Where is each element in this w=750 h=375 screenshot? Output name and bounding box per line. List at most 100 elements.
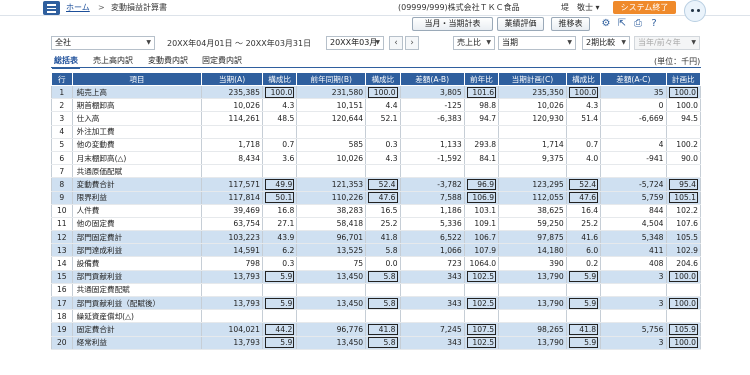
trend-table-button[interactable]: 推移表 [551, 17, 590, 31]
table-row[interactable]: 4 外注加工費 [51, 125, 701, 139]
table-cell [600, 283, 667, 298]
row-item-name: 部門貢献利益（配賦後） [71, 296, 203, 311]
current-term-report-button[interactable]: 当月・当期計表 [412, 17, 493, 31]
table-cell: 102.5 [463, 296, 500, 311]
ratio-value: 5.9 [264, 337, 295, 349]
comparison-select[interactable]: 2期比較 ▼ [582, 36, 630, 50]
ratio-value: 100.0 [264, 86, 295, 98]
chevron-down-icon: ▼ [621, 39, 626, 46]
row-item-name: 共通原価配賦 [71, 164, 203, 179]
table-cell: 5.9 [261, 296, 298, 311]
table-row[interactable]: 2 期首棚卸高 10,026 4.3 10,151 4.4 -125 98.8 10,026 4.… [51, 98, 701, 113]
table-cell: 13,450 [296, 335, 367, 350]
table-cell: 5,348 [600, 230, 667, 245]
month-select[interactable]: 20XX年03月 ▼ [326, 36, 384, 50]
table-cell: 10,151 [296, 98, 367, 113]
table-cell: 27.1 [261, 217, 298, 232]
table-cell: 84.1 [463, 151, 500, 166]
ratio-value: 5.8 [368, 337, 398, 349]
table-row[interactable]: 13 部門達成利益 14,591 6.2 13,525 5.8 1,066 107.9 14,1… [51, 243, 701, 258]
table-row[interactable]: 16 共通固定費配賦 [51, 283, 701, 298]
table-cell: 117,814 [201, 190, 263, 205]
table-cell: 235,385 [201, 85, 263, 100]
table-cell: 102.9 [665, 243, 701, 258]
tab-sales-breakdown[interactable]: 売上高内訳 [93, 55, 133, 66]
table-cell [399, 309, 465, 324]
table-cell [201, 164, 263, 179]
ratio-basis-select[interactable]: 売上比 ▼ [453, 36, 495, 50]
export-icon[interactable]: ⇱ [616, 18, 628, 30]
table-row[interactable]: 11 他の固定費 63,754 27.1 58,418 25.2 5,336 109.1 59,… [51, 217, 701, 232]
table-row[interactable]: 17 部門貢献利益（配賦後） 13,793 5.9 13,450 5.8 343 102.5 1… [51, 296, 701, 311]
ratio-value: 100.0 [668, 86, 698, 98]
table-cell: 13,450 [296, 270, 367, 284]
ratio-value: 105.1 [668, 192, 698, 204]
table-cell: 98.8 [463, 98, 500, 113]
table-row[interactable]: 19 固定費合計 104,021 44.2 96,776 41.8 7,245 107.5 98… [51, 322, 701, 337]
chevron-down-icon: ▼ [567, 39, 572, 46]
ratio-value: 100.0 [668, 297, 698, 309]
ratio-value: 5.9 [264, 271, 295, 283]
table-row[interactable]: 20 経常利益 13,793 5.9 13,450 5.8 343 102.5 13,790 5.… [51, 335, 701, 350]
scope-select[interactable]: 全社 ▼ [51, 36, 155, 50]
row-item-name: 月末棚卸高(△) [71, 151, 203, 166]
table-cell [565, 125, 602, 139]
ratio-value: 96.9 [466, 178, 497, 190]
year-compare-select[interactable]: 当年/前々年 ▼ [634, 36, 700, 50]
previous-month-button[interactable]: ‹ [389, 36, 403, 50]
table-row[interactable]: 3 仕入高 114,261 48.5 120,644 52.1 -6,383 94.7 120,… [51, 111, 701, 126]
ratio-value: 106.9 [466, 192, 497, 204]
print-icon[interactable]: ⎙ [632, 18, 644, 30]
table-row[interactable]: 15 部門貢献利益 13,793 5.9 13,450 5.8 343 102.5 13,790… [51, 270, 701, 284]
table-row[interactable]: 14 設備費 798 0.3 75 0.0 723 1064.0 390 0.2 408 204.6 [51, 256, 701, 271]
gear-icon[interactable]: ⚙ [600, 18, 612, 30]
table-row[interactable]: 10 人件費 39,469 16.8 38,283 16.5 1,186 103.1 38,62… [51, 204, 701, 218]
tab-variable-cost-breakdown[interactable]: 変動費内訳 [148, 55, 188, 66]
user-name-dropdown[interactable]: 堤 敬士 ▾ [561, 2, 600, 13]
page-title: 変動損益計算書 [111, 3, 167, 12]
column-header: 差額(A-C) [600, 72, 667, 86]
breadcrumb-home-link[interactable]: ホーム [66, 2, 90, 13]
table-cell [365, 125, 401, 139]
table-cell: 6.2 [261, 243, 298, 258]
table-cell: -6,383 [399, 111, 465, 126]
column-header: 当期計画(C) [498, 72, 567, 86]
top-bar: ホーム > 変動損益計算書 (09999/999)株式会社ＴＫＣ食品 堤 敬士 … [0, 0, 750, 22]
table-row[interactable]: 7 共通原価配賦 [51, 164, 701, 179]
table-cell [565, 164, 602, 179]
hamburger-menu-icon[interactable] [43, 1, 60, 15]
help-icon[interactable]: ? [648, 18, 660, 30]
table-row[interactable]: 5 他の変動費 1,718 0.7 585 0.3 1,133 293.8 1,714 0.7 4 1… [51, 138, 701, 152]
row-number: 9 [51, 190, 73, 205]
table-cell: 96,701 [296, 230, 367, 245]
tab-fixed-cost-breakdown[interactable]: 固定費内訳 [202, 55, 242, 66]
table-row[interactable]: 18 繰延資産償却(△) [51, 309, 701, 324]
table-row[interactable]: 9 限界利益 117,814 50.1 110,226 47.6 7,588 106.9 112… [51, 190, 701, 205]
row-number: 4 [51, 125, 73, 139]
table-row[interactable]: 1 純売上高 235,385 100.0 231,580 100.0 3,805 101.6 2… [51, 85, 701, 100]
table-row[interactable]: 12 部門固定費計 103,223 43.9 96,701 41.8 6,522 106.7 9… [51, 230, 701, 245]
table-row[interactable]: 8 変動費合計 117,571 49.9 121,353 52.4 -3,782 96.9 12… [51, 177, 701, 192]
tab-summary[interactable]: 総括表 [52, 55, 80, 69]
action-toolbar: 当月・当期計表 業績評価 推移表 ⚙ ⇱ ⎙ ? [0, 16, 750, 34]
row-item-name: 共通固定費配賦 [71, 283, 203, 298]
table-cell [600, 125, 667, 139]
table-cell: 343 [399, 270, 465, 284]
ratio-value: 47.6 [368, 192, 398, 204]
row-number: 20 [51, 335, 73, 350]
table-cell: 408 [600, 256, 667, 271]
column-header: 計画比 [665, 72, 701, 86]
term-select[interactable]: 当期 ▼ [498, 36, 576, 50]
row-number: 17 [51, 296, 73, 311]
logout-button[interactable]: システム終了 [613, 1, 676, 14]
ratio-value: 100.0 [568, 86, 599, 98]
next-month-button[interactable]: › [405, 36, 419, 50]
table-cell: 13,790 [498, 270, 567, 284]
row-number: 6 [51, 151, 73, 166]
table-row[interactable]: 6 月末棚卸高(△) 8,434 3.6 10,026 4.3 -1,592 84.1 9,37… [51, 151, 701, 166]
performance-evaluation-button[interactable]: 業績評価 [497, 17, 544, 31]
table-cell [600, 164, 667, 179]
table-cell: 844 [600, 204, 667, 218]
table-cell: 49.9 [261, 177, 298, 192]
table-cell: 35 [600, 85, 667, 100]
